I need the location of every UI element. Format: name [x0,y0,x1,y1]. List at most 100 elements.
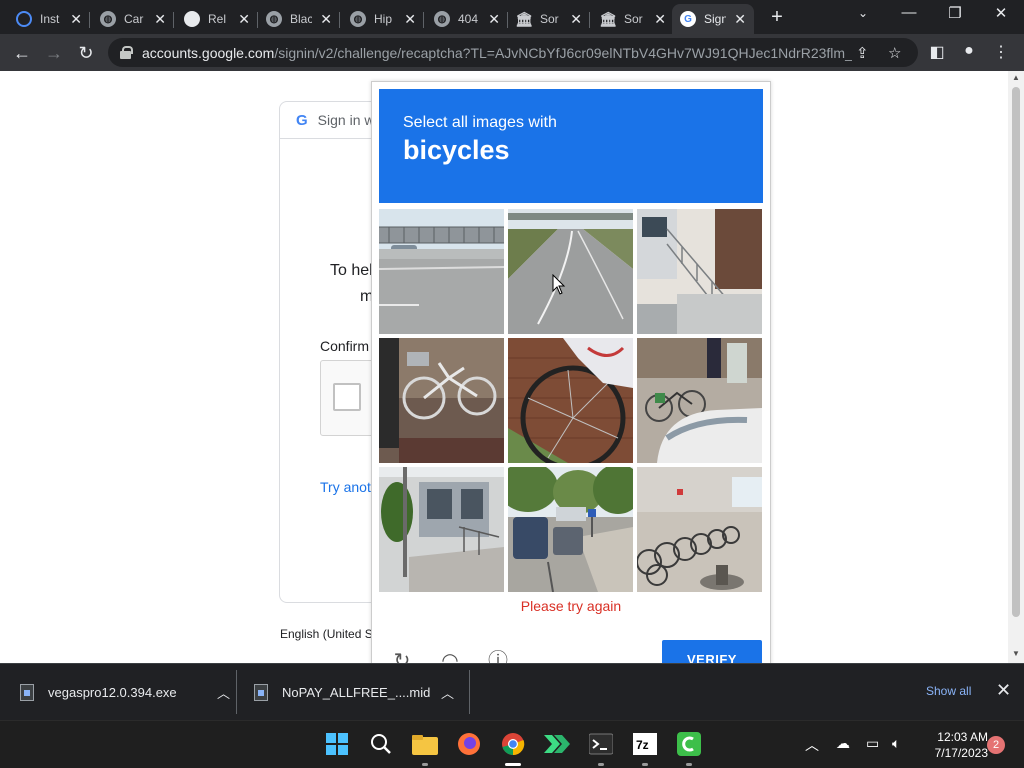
captcha-tile-bicycle-wheel[interactable] [508,338,633,463]
verify-button[interactable]: VERIFY [662,640,762,663]
scroll-thumb[interactable] [1012,87,1020,617]
back-button[interactable]: ← [10,41,34,65]
camtasia-icon[interactable] [676,731,702,757]
browser-toolbar: ← → ↻ accounts.google.com/signin/v2/chal… [0,34,1024,71]
tab-title: 404 [458,12,479,26]
recaptcha-checkbox[interactable] [333,383,361,411]
tab-sor-2[interactable]: 🏛 Sor ✕ [592,4,674,34]
tab-404[interactable]: ◍ 404 ✕ [426,4,508,34]
captcha-tile-building-ramp[interactable] [379,467,504,592]
url-text[interactable]: accounts.google.com/signin/v2/challenge/… [142,45,852,61]
close-icon[interactable]: ✕ [570,11,582,28]
bookmark-star-icon[interactable]: ☆ [888,44,901,62]
restore-button[interactable]: ❐ [932,4,978,22]
close-icon[interactable]: ✕ [404,11,416,28]
share-icon[interactable]: ⇪ [856,44,869,62]
tab-title: Car [124,12,144,26]
download-filename: vegaspro12.0.394.exe [48,684,177,700]
challenge-target: bicycles [403,135,510,165]
profile-icon[interactable]: ● [958,42,980,60]
close-icon[interactable]: ✕ [320,11,332,28]
midi-file-icon [254,683,268,701]
tab-title: Blac [290,12,312,26]
tab-title: Inst [40,12,60,26]
chevron-up-icon[interactable]: ︿ [441,683,454,702]
chrome-icon[interactable] [500,731,526,757]
new-tab-button[interactable]: + [766,6,788,29]
google-icon: G [680,11,696,27]
challenge-instruction: Select all images with [403,114,557,131]
captcha-tile-road-railing[interactable] [379,209,504,334]
close-icon[interactable]: ✕ [154,11,166,28]
globe-icon: ◍ [350,11,366,27]
menu-icon[interactable]: ⋮ [990,42,1012,62]
captcha-tile-bicycle-parked[interactable] [379,338,504,463]
firefox-icon[interactable] [456,731,482,757]
bank-icon: 🏛 [599,10,617,27]
tab-search-icon[interactable]: ⌄ [840,6,886,20]
7zip-icon[interactable]: 7z [632,731,658,757]
close-icon[interactable]: ✕ [654,11,666,28]
tab-blac[interactable]: ◍ Blac ✕ [258,4,340,34]
captcha-tile-parked-bicycles[interactable] [637,467,762,592]
forward-button[interactable]: → [42,41,66,65]
globe-icon: ◍ [434,11,450,27]
info-icon[interactable]: ⓘ [485,648,511,663]
try-another-way-link[interactable]: Try anot [320,479,371,495]
page-scrollbar[interactable]: ▲ ▼ [1008,71,1024,663]
captcha-tile-empty-road[interactable] [508,209,633,334]
captcha-tile-street-cars[interactable] [508,467,633,592]
windows-taskbar: 7z ︿ ☁ ▭ 🔈︎ 12:03 AM 7/17/2023 2 [0,720,1024,768]
side-panel-icon[interactable]: ◧ [926,42,948,62]
reload-challenge-icon[interactable]: ↻ [389,648,415,663]
tab-rel[interactable]: Rel ✕ [176,4,258,34]
window-close-button[interactable]: ✕ [978,4,1024,22]
system-clock[interactable]: 12:03 AM 7/17/2023 [918,729,988,761]
globe-icon: ◍ [266,11,282,27]
close-icon[interactable]: ✕ [734,11,746,28]
captcha-tile-stairs-building[interactable] [637,209,762,334]
terminal-icon[interactable] [588,731,614,757]
tab-inst[interactable]: Inst ✕ [8,4,90,34]
page-content: G Sign in w To hel m Confirm Try anot En… [0,71,1008,663]
signin-text-line1: To hel [330,262,373,279]
tab-hip[interactable]: ◍ Hip ✕ [342,4,424,34]
close-icon[interactable]: ✕ [488,11,500,28]
network-icon[interactable]: ▭ [866,735,879,752]
chevron-up-icon[interactable]: ︿ [805,735,819,755]
lock-icon[interactable] [120,46,133,59]
captcha-tile-bicycles-car[interactable] [637,338,762,463]
start-icon[interactable] [324,731,350,757]
github-icon [184,11,200,27]
clock-time: 12:03 AM [937,730,988,744]
close-icon[interactable]: ✕ [70,11,82,28]
tab-sor-1[interactable]: 🏛 Sor ✕ [508,4,590,34]
scroll-up-icon[interactable]: ▲ [1008,73,1024,82]
close-download-bar-icon[interactable]: ✕ [996,680,1011,701]
cloud-off-icon[interactable]: ☁ [836,735,850,752]
search-icon[interactable] [368,731,394,757]
confirm-label: Confirm [320,338,370,354]
show-all-link[interactable]: Show all [926,684,971,698]
edge-icon [16,11,32,27]
reload-button[interactable]: ↻ [74,41,98,65]
tab-sign[interactable]: G Sign ✕ [672,4,754,34]
download-item-nopay[interactable]: NoPAY_ALLFREE_....mid ︿ [254,664,454,720]
tab-car[interactable]: ◍ Car ✕ [92,4,174,34]
language-selector[interactable]: English (United S [280,627,373,641]
volume-icon[interactable]: 🔈︎ [892,735,900,752]
minimize-button[interactable]: — [886,4,932,21]
address-bar[interactable]: accounts.google.com/signin/v2/challenge/… [108,38,918,67]
scroll-down-icon[interactable]: ▼ [1008,649,1024,658]
tab-strip: Inst ✕ ◍ Car ✕ Rel ✕ ◍ Blac ✕ ◍ Hip ✕ ◍ … [0,0,1024,34]
close-icon[interactable]: ✕ [238,11,250,28]
download-item-vegaspro[interactable]: vegaspro12.0.394.exe ︿ [20,664,230,720]
globe-icon: ◍ [100,11,116,27]
chevron-up-icon[interactable]: ︿ [217,683,230,702]
notification-badge[interactable]: 2 [987,736,1005,754]
app-arrows-icon[interactable] [544,731,570,757]
bank-icon: 🏛 [515,10,533,27]
headphones-icon[interactable]: ◠ [437,648,463,663]
file-explorer-icon[interactable] [412,731,438,757]
download-filename: NoPAY_ALLFREE_....mid [282,684,431,700]
